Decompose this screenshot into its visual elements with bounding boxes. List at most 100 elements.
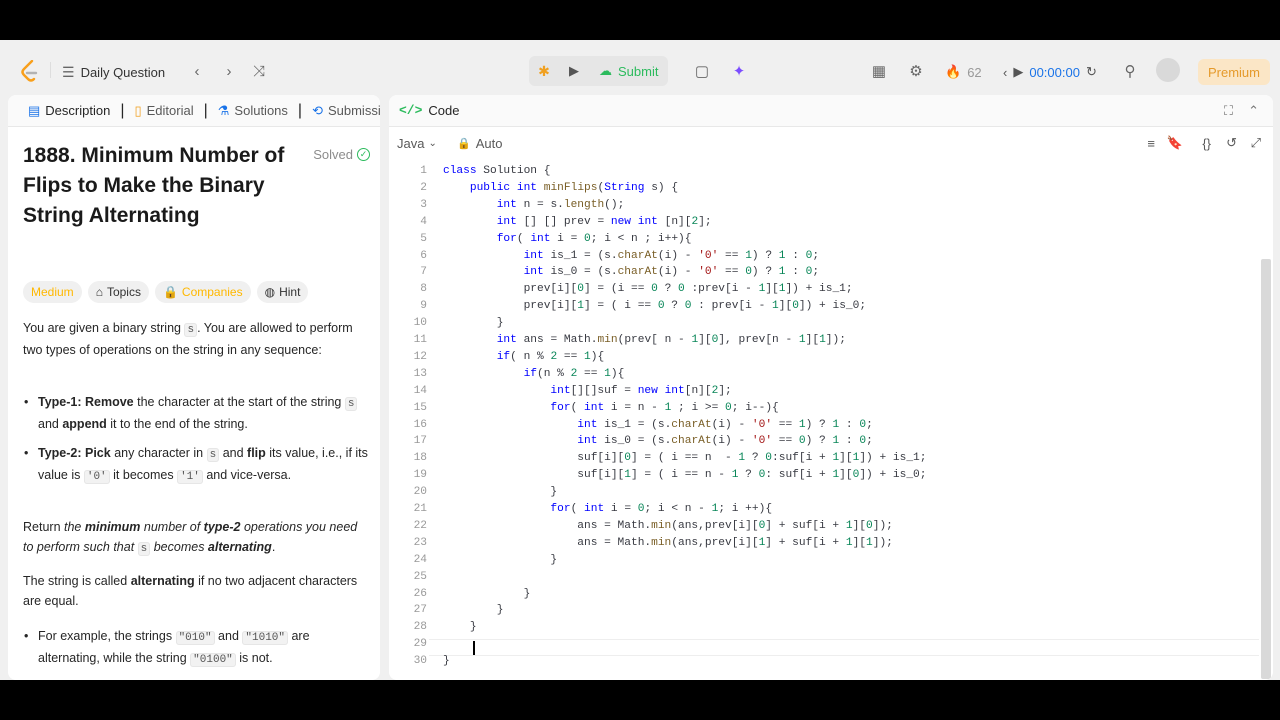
line-number: 20 — [413, 486, 427, 499]
run-button[interactable]: ▶ — [559, 56, 589, 86]
code-line: suf[i][1] = ( i == n - 1 ? 0: suf[i + 1]… — [443, 469, 927, 482]
premium-button[interactable]: Premium — [1198, 59, 1270, 85]
editor-scrollbar[interactable] — [1261, 259, 1271, 679]
avatar[interactable] — [1156, 58, 1180, 82]
tab-submissions[interactable]: ⟲ Submissi — [302, 95, 380, 127]
list-item-example: For example, the strings "010" and "1010… — [24, 626, 368, 670]
paragraph-return: Return the minimum number of type-2 oper… — [23, 520, 358, 556]
line-number: 17 — [413, 435, 427, 448]
code-line: public int minFlips(String s) { — [469, 181, 679, 194]
code-panel: </> Code ⛶ ⌃ Java ⌄ 🔒 Auto ≡ 🔖 {} ↺ ⤢ 1 c… — [389, 95, 1273, 680]
doc-icon: ▤ — [28, 102, 41, 118]
next-problem-icon[interactable]: › — [220, 62, 238, 80]
code-line: ans = Math.min(ans,prev[i][0] + suf[i + … — [443, 519, 893, 532]
streak-counter[interactable]: 🔥 62 — [945, 64, 982, 80]
code-line: if(n % 2 == 1){ — [523, 367, 625, 380]
braces-icon[interactable]: {} — [1202, 136, 1211, 151]
line-number: 1 — [420, 165, 427, 177]
problem-description: 1888. Minimum Number of Flips to Make th… — [8, 127, 380, 231]
code-line: for( int i = 0; i < n ; i++){ — [496, 232, 692, 245]
line-number: 22 — [413, 519, 427, 532]
tab-editorial[interactable]: ▯ Editorial — [124, 95, 203, 127]
top-navbar: ☰ Daily Question ‹ › ⤨ ✱ ▶ ☁ Submit ▢ ✦ … — [0, 40, 1280, 100]
code-line: int n = s.length(); — [496, 198, 625, 211]
line-number: 8 — [420, 283, 427, 296]
check-icon: ✓ — [357, 148, 370, 161]
line-number: 24 — [413, 553, 427, 566]
daily-question-link[interactable]: ☰ Daily Question — [62, 64, 165, 81]
topics-chip[interactable]: ⌂ Topics — [87, 281, 149, 303]
tab-description[interactable]: ▤ Description — [18, 95, 120, 127]
code-icon: </> — [399, 103, 423, 118]
chevron-left-icon: ‹ — [1003, 64, 1008, 80]
code-line: } — [443, 553, 558, 566]
line-number: 2 — [420, 181, 427, 194]
line-number: 4 — [420, 215, 427, 228]
prev-problem-icon[interactable]: ‹ — [188, 62, 206, 80]
auto-mode[interactable]: 🔒 Auto — [457, 136, 502, 151]
code-line: } — [443, 655, 450, 668]
play-icon: ▶ — [569, 63, 579, 78]
shuffle-icon[interactable]: ⤨ — [250, 62, 268, 80]
lock-icon: 🔒 — [457, 137, 471, 150]
code-line: } — [443, 604, 504, 617]
code-line: int is_0 = (s.charAt(i) - '0' == 0) ? 1 … — [523, 266, 820, 279]
line-number: 14 — [413, 384, 427, 397]
code-line: } — [443, 621, 477, 634]
code-line: prev[i][1] = ( i == 0 ? 0 : prev[i - 1][… — [443, 300, 867, 313]
submit-button[interactable]: ☁ Submit — [589, 56, 668, 86]
code-line: for( int i = n - 1 ; i >= 0; i--){ — [550, 401, 779, 414]
notes-icon[interactable]: ▢ — [693, 62, 711, 80]
current-line-highlight — [429, 639, 1259, 656]
line-number: 28 — [413, 621, 427, 634]
line-number: 26 — [413, 587, 427, 600]
code-line: for( int i = 0; i < n - 1; i ++){ — [550, 503, 773, 515]
ai-sparkle-icon[interactable]: ✦ — [728, 60, 750, 82]
editor-toolbar: Java ⌄ 🔒 Auto ≡ 🔖 {} ↺ ⤢ — [389, 127, 1273, 159]
line-number: 12 — [413, 350, 427, 363]
paragraph-alternating: The string is called alternating if no t… — [23, 574, 358, 608]
hint-chip[interactable]: ◍ Hint — [256, 281, 309, 303]
leetcode-screen: ☰ Daily Question ‹ › ⤨ ✱ ▶ ☁ Submit ▢ ✦ … — [0, 40, 1280, 680]
debug-icon[interactable]: ✱ — [529, 56, 559, 86]
flask-icon: ⚗ — [217, 102, 230, 118]
run-toolbar: ✱ ▶ ☁ Submit — [529, 56, 669, 86]
settings-gear-icon[interactable]: ⚙ — [907, 62, 925, 80]
line-number: 27 — [413, 604, 427, 617]
tag-icon: ⌂ — [95, 285, 103, 299]
lightbulb-icon: ◍ — [264, 285, 276, 299]
code-line: prev[i][0] = (i == 0 ? 0 :prev[i - 1][1]… — [443, 283, 853, 296]
add-friend-icon[interactable]: ⚲ — [1121, 62, 1139, 80]
text-cursor — [473, 641, 475, 655]
code-line: class Solution { — [443, 165, 551, 177]
line-number: 23 — [413, 536, 427, 549]
book-icon: ▯ — [134, 102, 142, 118]
format-icon[interactable]: ≡ — [1147, 136, 1155, 151]
code-editor[interactable]: 1 class Solution { 2 public int minFlips(S… — [389, 159, 1273, 680]
leetcode-logo-icon[interactable] — [20, 60, 40, 82]
line-number: 6 — [420, 249, 427, 262]
line-number: 7 — [420, 266, 427, 279]
fullscreen-icon[interactable]: ⤢ — [1251, 135, 1261, 151]
timer[interactable]: ‹ ▶ 00:00:00 ↻ — [1003, 64, 1097, 80]
line-number: 19 — [413, 469, 427, 482]
lock-icon: 🔒 — [162, 285, 178, 299]
reset-code-icon[interactable]: ↺ — [1226, 135, 1237, 151]
fire-icon: 🔥 — [945, 64, 962, 79]
bookmark-icon[interactable]: 🔖 — [1167, 135, 1183, 151]
code-line: } — [443, 587, 531, 600]
code-line: int ans = Math.min(prev[ n - 1][0], prev… — [496, 334, 846, 346]
collapse-icon[interactable]: ⌃ — [1248, 103, 1259, 119]
code-line: int[][]suf = new int[n][2]; — [550, 384, 732, 397]
line-number: 10 — [413, 317, 427, 330]
line-number: 13 — [413, 367, 427, 380]
layout-icon[interactable]: ▦ — [870, 62, 888, 80]
tab-solutions[interactable]: ⚗ Solutions — [208, 95, 298, 127]
maximize-icon[interactable]: ⛶ — [1224, 103, 1233, 119]
companies-chip[interactable]: 🔒 Companies — [154, 281, 251, 303]
line-number: 9 — [420, 300, 427, 313]
difficulty-badge: Medium — [23, 281, 82, 303]
language-select[interactable]: Java ⌄ — [397, 136, 437, 151]
code-line: } — [443, 317, 504, 330]
